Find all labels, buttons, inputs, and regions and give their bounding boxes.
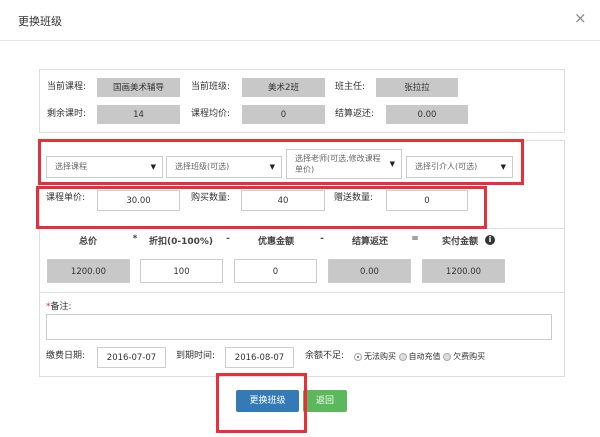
- header-divider: [0, 40, 600, 41]
- minus-sign: -: [226, 234, 230, 244]
- minus-sign: -: [320, 234, 324, 244]
- highlight-box: [36, 186, 487, 229]
- info-icon[interactable]: i: [485, 235, 495, 245]
- divider: [39, 292, 565, 293]
- remaining-label: 剩余课时:: [47, 109, 87, 119]
- dialog-title: 更换班级: [18, 15, 62, 28]
- remark-label-text: 备注:: [50, 302, 72, 312]
- remark-textarea[interactable]: [46, 314, 552, 340]
- multiply-sign: *: [132, 234, 138, 244]
- remaining-value: 14: [97, 105, 180, 124]
- due-date-input[interactable]: 2016-08-07: [225, 347, 294, 368]
- current-class-value: 美术2班: [242, 78, 325, 97]
- refund-header: 结算返还: [351, 237, 388, 247]
- radio-no-purchase[interactable]: 无法购买: [354, 352, 396, 361]
- avg-price-label: 课程均价:: [191, 109, 231, 119]
- radio-icon: [443, 352, 452, 361]
- coupon-header: 优惠金额: [257, 237, 294, 247]
- radio-auto-recharge[interactable]: 自动充值: [398, 352, 441, 361]
- current-class-label: 当前班级:: [191, 82, 231, 92]
- highlight-box: [38, 139, 524, 185]
- discount-input[interactable]: 100: [140, 259, 223, 283]
- total-value: 1200.00: [47, 259, 130, 283]
- discount-header: 折扣(0-100%): [148, 237, 214, 247]
- radio-debt-purchase[interactable]: 欠费购买: [443, 352, 485, 361]
- total-header: 总价: [78, 237, 97, 247]
- radio-label: 欠费购买: [453, 352, 486, 361]
- current-course-value: 国画美术辅导: [97, 78, 180, 97]
- refund-value: 0.00: [386, 105, 468, 124]
- radio-icon: [398, 352, 407, 361]
- insufficient-label: 余额不足:: [305, 351, 345, 361]
- paid-value: 1200.00: [422, 259, 505, 283]
- close-icon[interactable]: ×: [574, 9, 587, 27]
- radio-selected-icon: [354, 352, 362, 361]
- due-date-label: 到期时间:: [176, 351, 216, 361]
- current-course-label: 当前课程:: [47, 82, 87, 92]
- pay-date-label: 缴费日期:: [46, 351, 86, 361]
- paid-header: 实付金额: [441, 237, 478, 247]
- highlight-box: [216, 373, 307, 433]
- teacher-label: 班主任:: [335, 82, 366, 92]
- refund-label: 结算返还:: [335, 109, 375, 119]
- equals-sign: =: [411, 234, 419, 244]
- pay-date-input[interactable]: 2016-07-07: [97, 347, 166, 368]
- teacher-value: 张拉拉: [376, 78, 458, 97]
- radio-label: 无法购买: [364, 352, 396, 361]
- radio-label: 自动充值: [408, 352, 441, 361]
- refund-calc-value: 0.00: [328, 259, 411, 283]
- avg-price-value: 0: [242, 105, 325, 124]
- coupon-input[interactable]: 0: [234, 259, 317, 283]
- insufficient-radio-group: 无法购买 自动充值 欠费购买: [354, 347, 485, 366]
- back-button[interactable]: 返回: [303, 390, 347, 412]
